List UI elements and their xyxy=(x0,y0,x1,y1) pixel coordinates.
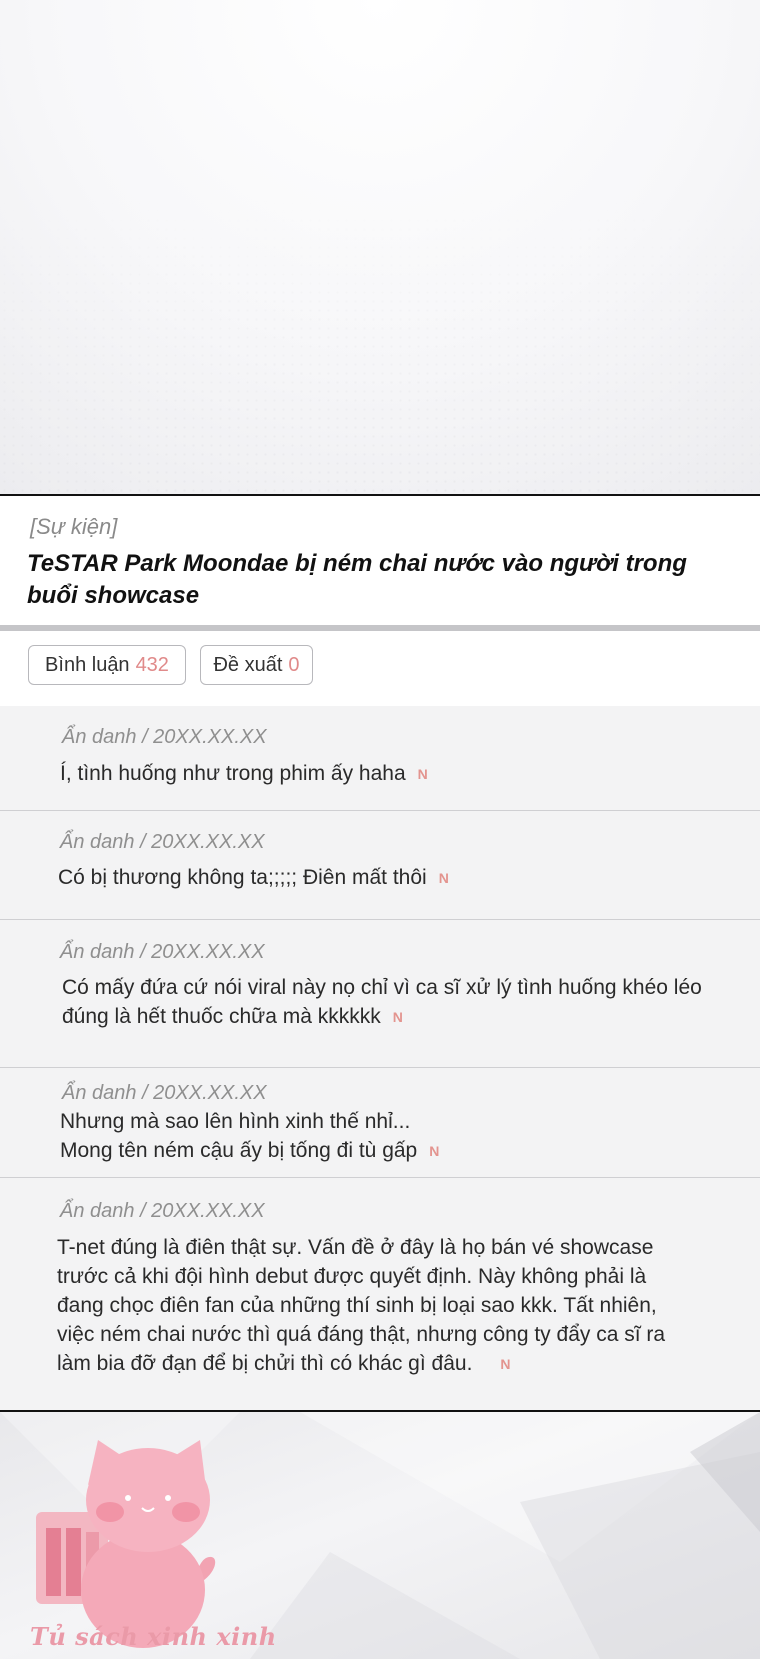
post-title: TeSTAR Park Moondae bị ném chai nước vào… xyxy=(27,550,687,609)
new-badge: N xyxy=(500,1355,511,1372)
tab-comments[interactable]: Bình luận 432 xyxy=(28,645,186,685)
tab-comments-label: Bình luận xyxy=(45,654,130,676)
comment-text: Í, tình huống như trong phim ấy haha xyxy=(60,762,406,785)
comment-meta: Ẩn danh / 20XX.XX.XX xyxy=(62,726,267,748)
post-header: [Sự kiện] TeSTAR Park Moondae bị ném cha… xyxy=(0,496,760,626)
watermark-text: Tủ sách xinh xinh xyxy=(30,1622,277,1651)
new-badge: N xyxy=(438,869,449,886)
new-badge: N xyxy=(417,765,428,782)
tab-bar: Bình luận 432 Đề xuất 0 xyxy=(0,631,760,706)
comment-body: Í, tình huống như trong phim ấy haha N xyxy=(60,759,428,789)
comment-meta: Ẩn danh / 20XX.XX.XX xyxy=(62,1082,267,1104)
comment-item: Ẩn danh / 20XX.XX.XX Có bị thương không … xyxy=(0,811,760,920)
tab-suggest-label: Đề xuất xyxy=(213,654,283,676)
tab-comments-count: 432 xyxy=(135,654,169,676)
comment-text: T-net đúng là điên thật sự. Vấn đề ở đây… xyxy=(57,1236,666,1375)
comment-item: Ẩn danh / 20XX.XX.XX Có mấy đứa cứ nói v… xyxy=(0,920,760,1068)
new-badge: N xyxy=(392,1008,403,1025)
post-category-tag: [Sự kiện] xyxy=(30,514,118,539)
new-badge: N xyxy=(429,1142,440,1159)
comment-text: Nhưng mà sao lên hình xinh thế nhỉ... Mo… xyxy=(60,1110,418,1162)
comment-body: T-net đúng là điên thật sự. Vấn đề ở đây… xyxy=(57,1233,665,1379)
comment-item: Ẩn danh / 20XX.XX.XX T-net đúng là điên … xyxy=(0,1178,760,1410)
tab-suggest-count: 0 xyxy=(288,654,300,676)
comment-item: Ẩn danh / 20XX.XX.XX Í, tình huống như t… xyxy=(0,706,760,811)
comment-body: Nhưng mà sao lên hình xinh thế nhỉ... Mo… xyxy=(60,1107,439,1166)
comment-meta: Ẩn danh / 20XX.XX.XX xyxy=(60,831,265,853)
top-background xyxy=(0,0,760,494)
comment-meta: Ẩn danh / 20XX.XX.XX xyxy=(60,941,265,963)
comment-body: Có bị thương không ta;;;;; Điên mất thôi… xyxy=(58,863,449,893)
tab-suggest[interactable]: Đề xuất 0 xyxy=(200,645,313,685)
comment-meta: Ẩn danh / 20XX.XX.XX xyxy=(60,1200,265,1222)
news-comment-panel: [Sự kiện] TeSTAR Park Moondae bị ném cha… xyxy=(0,494,760,1412)
comment-item: Ẩn danh / 20XX.XX.XX Nhưng mà sao lên hì… xyxy=(0,1068,760,1178)
comment-text: Có bị thương không ta;;;;; Điên mất thôi xyxy=(58,866,427,889)
comment-text: Có mấy đứa cứ nói viral này nọ chỉ vì ca… xyxy=(62,976,702,1028)
comment-body: Có mấy đứa cứ nói viral này nọ chỉ vì ca… xyxy=(62,973,702,1032)
